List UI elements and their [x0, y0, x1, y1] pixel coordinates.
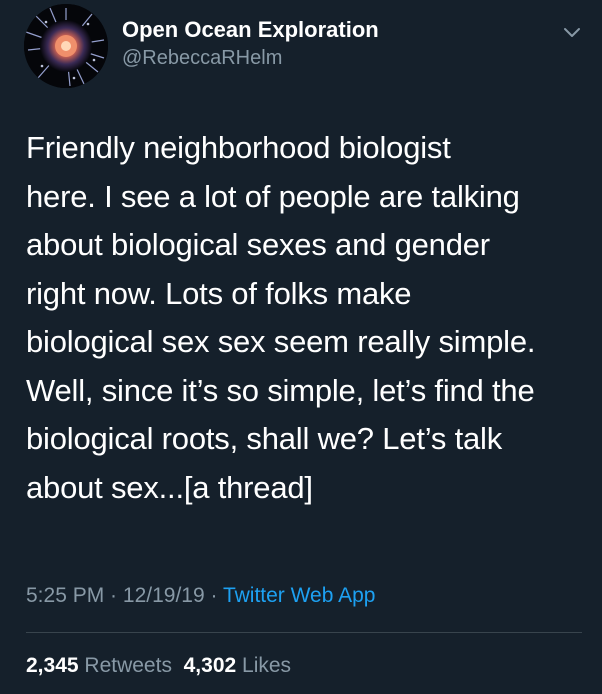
tweet-text-line: here. I see a lot of people are talking: [26, 178, 520, 214]
tweet-header: Open Ocean Exploration @RebeccaRHelm: [24, 2, 584, 88]
tweet-source-link[interactable]: Twitter Web App: [223, 584, 376, 607]
jellyfish-avatar-image: [24, 4, 108, 88]
likes-count: 4,302: [183, 654, 237, 677]
author-names: Open Ocean Exploration @RebeccaRHelm: [122, 17, 379, 71]
tweet-text-line: about sex...[a thread]: [26, 469, 313, 505]
display-name[interactable]: Open Ocean Exploration: [122, 17, 379, 43]
meta-separator: ·: [204, 584, 223, 607]
retweets-label: Retweets: [84, 654, 172, 677]
tweet-date[interactable]: 12/19/19: [123, 584, 205, 607]
tweet: Open Ocean Exploration @RebeccaRHelm Fri…: [0, 0, 602, 694]
meta-separator: ·: [104, 584, 123, 607]
tweet-text-line: about biological sexes and gender: [26, 227, 490, 262]
tweet-stats: 2,345 Retweets 4,302 Likes: [26, 652, 291, 680]
retweets-count: 2,345: [26, 654, 79, 677]
tweet-text-line: biological roots, shall we? Let’s talk: [26, 421, 503, 456]
tweet-text-line: biological sex sex seem really simple.: [26, 324, 536, 359]
avatar[interactable]: [24, 4, 108, 88]
retweets-stat[interactable]: 2,345 Retweets: [26, 654, 172, 677]
tweet-text-line: Friendly neighborhood biologist: [26, 130, 451, 165]
divider: [26, 632, 582, 633]
likes-stat[interactable]: 4,302 Likes: [184, 654, 291, 677]
likes-label: Likes: [242, 654, 292, 677]
tweet-meta: 5:25 PM · 12/19/19 · Twitter Web App: [26, 582, 375, 610]
user-handle[interactable]: @RebeccaRHelm: [122, 45, 379, 71]
tweet-text-line: Well, since it’s so simple, let’s find t…: [26, 372, 535, 408]
chevron-down-icon[interactable]: [560, 20, 584, 44]
tweet-time[interactable]: 5:25 PM: [26, 584, 104, 607]
tweet-text-line: right now. Lots of folks make: [26, 275, 412, 311]
tweet-text: Friendly neighborhood biologist here. I …: [26, 124, 586, 512]
